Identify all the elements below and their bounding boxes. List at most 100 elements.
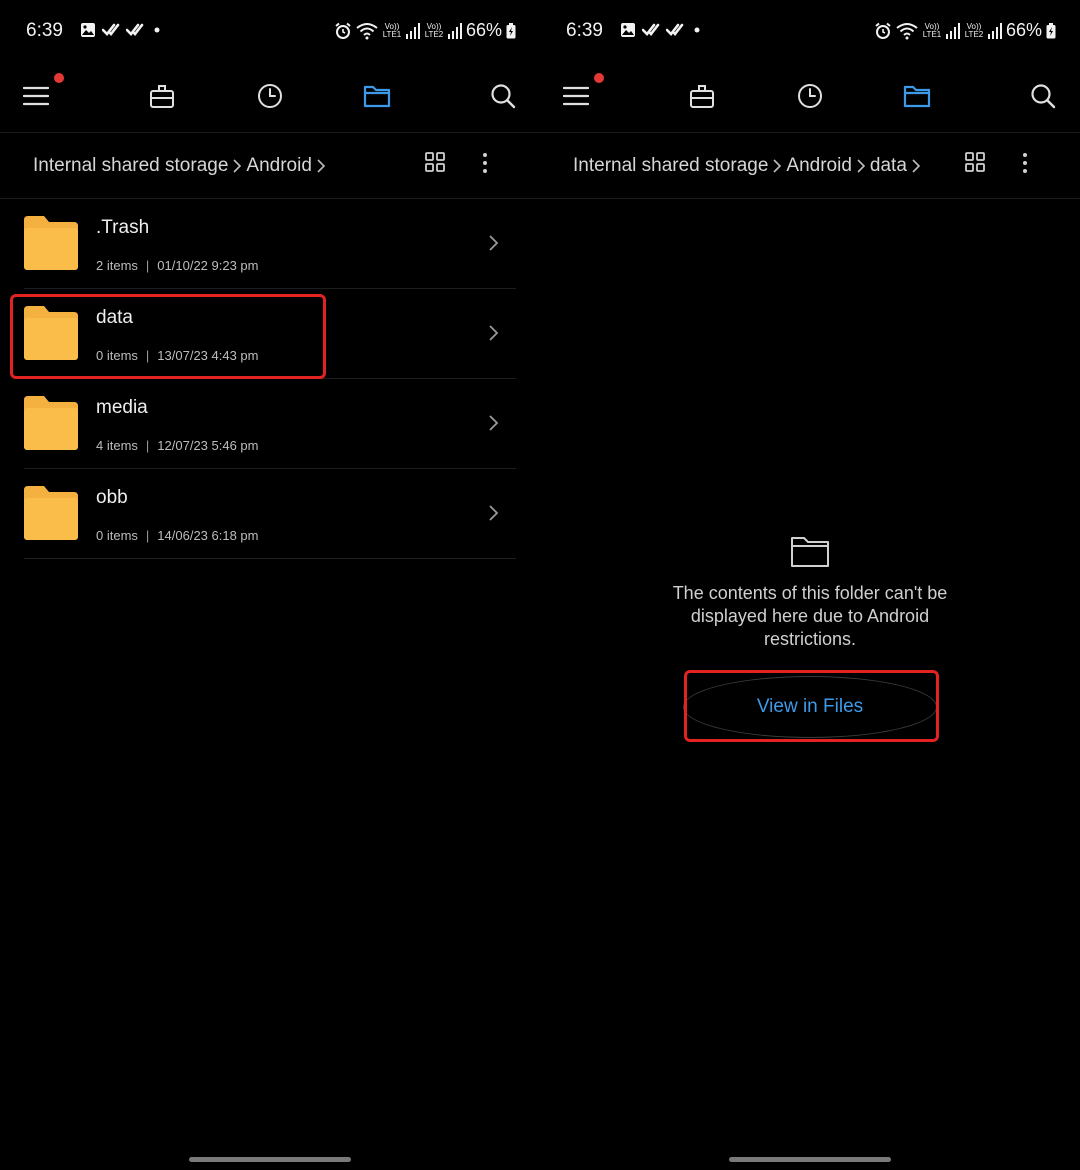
hamburger-icon <box>563 86 589 106</box>
list-item[interactable]: data 0 items | 13/07/23 4:43 pm <box>0 289 540 379</box>
breadcrumb-item-internal-storage[interactable]: Internal shared storage <box>573 155 768 177</box>
volte2-label: Vo)) LTE2 <box>424 21 444 39</box>
dot-icon <box>154 27 160 33</box>
breadcrumb-item-android[interactable]: Android <box>786 155 852 177</box>
status-time: 6:39 <box>566 20 603 41</box>
list-item[interactable]: .Trash 2 items | 01/10/22 9:23 pm <box>0 199 540 289</box>
home-indicator[interactable] <box>729 1157 891 1162</box>
volte1-indicator: Vo)) LTE1 <box>382 22 402 39</box>
gallery-icon <box>81 23 95 37</box>
clock-icon <box>258 84 282 108</box>
folder-icon <box>24 216 78 270</box>
volte2-label: Vo)) LTE2 <box>964 21 984 39</box>
chevron-right-icon <box>911 158 921 174</box>
gallery-icon <box>621 23 635 37</box>
folder-icon <box>24 396 78 450</box>
grid-view-button[interactable] <box>964 151 986 173</box>
more-vert-icon <box>1023 153 1027 173</box>
modified-date: 12/07/23 5:46 pm <box>157 438 259 453</box>
chevron-right-icon <box>489 415 499 431</box>
search-icon <box>1031 84 1056 109</box>
breadcrumb-bar: Internal shared storage Android <box>0 133 540 198</box>
notification-dot <box>54 73 64 83</box>
files-tab[interactable] <box>897 76 937 116</box>
recent-tab[interactable] <box>250 76 290 116</box>
status-time: 6:39 <box>26 20 63 41</box>
files-tab[interactable] <box>357 76 397 116</box>
file-meta: 4 items | 12/07/23 5:46 pm <box>96 438 259 453</box>
empty-message: The contents of this folder can't be dis… <box>672 583 948 649</box>
battery-charging-icon <box>506 22 516 38</box>
wifi-icon <box>356 22 378 39</box>
modified-date: 01/10/22 9:23 pm <box>157 258 259 273</box>
modified-date: 13/07/23 4:43 pm <box>157 348 259 363</box>
double-check-icon <box>126 23 144 36</box>
double-check-icon <box>102 23 120 36</box>
folder-icon <box>363 85 391 108</box>
status-notification-icons <box>620 22 704 38</box>
grid-view-button[interactable] <box>424 151 446 173</box>
more-options-button[interactable] <box>1018 151 1032 175</box>
file-name: obb <box>96 487 128 508</box>
folder-icon <box>903 85 931 108</box>
screen-left: 6:39 Vo)) LTE1 Vo)) LTE2 66% Internal sh… <box>0 0 540 1170</box>
list-item[interactable]: obb 0 items | 14/06/23 6:18 pm <box>0 469 540 559</box>
search-button[interactable] <box>1023 76 1063 116</box>
status-system-icons: Vo)) LTE1 Vo)) LTE2 66% <box>334 20 516 41</box>
chevron-right-icon <box>489 325 499 341</box>
chevron-right-icon <box>316 158 326 174</box>
battery-percent: 66% <box>1005 20 1042 40</box>
signal-icon <box>405 22 420 39</box>
folder-icon <box>24 486 78 540</box>
file-meta: 0 items | 14/06/23 6:18 pm <box>96 528 259 543</box>
alarm-icon <box>875 22 891 39</box>
row-divider <box>24 558 516 559</box>
top-toolbar <box>540 64 1080 132</box>
list-item[interactable]: media 4 items | 12/07/23 5:46 pm <box>0 379 540 469</box>
item-count: 4 items <box>96 438 138 453</box>
chevron-right-icon <box>856 158 866 174</box>
tools-tab[interactable] <box>142 76 182 116</box>
menu-button[interactable] <box>556 73 604 116</box>
item-count: 2 items <box>96 258 138 273</box>
tools-tab[interactable] <box>682 76 722 116</box>
chevron-right-icon <box>489 235 499 251</box>
meta-separator: | <box>145 438 150 453</box>
top-toolbar <box>0 64 540 132</box>
double-check-icon <box>666 23 684 36</box>
status-bar: 6:39 Vo)) LTE1 Vo)) LTE2 66% <box>0 0 540 64</box>
more-vert-icon <box>483 153 487 173</box>
meta-separator: | <box>145 528 150 543</box>
battery-percent: 66% <box>465 20 502 40</box>
folder-icon <box>24 306 78 360</box>
search-button[interactable] <box>483 76 523 116</box>
grid-view-icon <box>965 152 985 172</box>
volte2-indicator: Vo)) LTE2 <box>424 21 444 39</box>
grid-view-icon <box>425 152 445 172</box>
hamburger-icon <box>23 86 49 106</box>
breadcrumb: Internal shared storage Android <box>33 155 330 177</box>
signal-icon <box>447 22 462 39</box>
more-options-button[interactable] <box>478 151 492 175</box>
volte1-indicator: Vo)) LTE1 <box>922 22 942 39</box>
file-list: .Trash 2 items | 01/10/22 9:23 pm data 0… <box>0 199 540 559</box>
recent-tab[interactable] <box>790 76 830 116</box>
signal-icon <box>987 22 1002 39</box>
item-count: 0 items <box>96 348 138 363</box>
notification-dot <box>594 73 604 83</box>
breadcrumb-item-internal-storage[interactable]: Internal shared storage <box>33 155 228 177</box>
breadcrumb-item-android[interactable]: Android <box>246 155 312 177</box>
modified-date: 14/06/23 6:18 pm <box>157 528 259 543</box>
signal-icon <box>945 22 960 39</box>
breadcrumb-divider <box>540 198 1080 199</box>
menu-button[interactable] <box>16 73 64 116</box>
battery-charging-icon <box>1046 22 1056 38</box>
chevron-right-icon <box>772 158 782 174</box>
status-bar: 6:39 Vo)) LTE1 Vo)) LTE2 66% <box>540 0 1080 64</box>
chevron-right-icon <box>489 505 499 521</box>
home-indicator[interactable] <box>189 1157 351 1162</box>
chevron-right-icon <box>232 158 242 174</box>
view-in-files-button[interactable]: View in Files <box>683 676 937 738</box>
screen-right: 6:39 Vo)) LTE1 Vo)) LTE2 66% Internal sh… <box>540 0 1080 1170</box>
breadcrumb-item-data[interactable]: data <box>870 155 907 177</box>
